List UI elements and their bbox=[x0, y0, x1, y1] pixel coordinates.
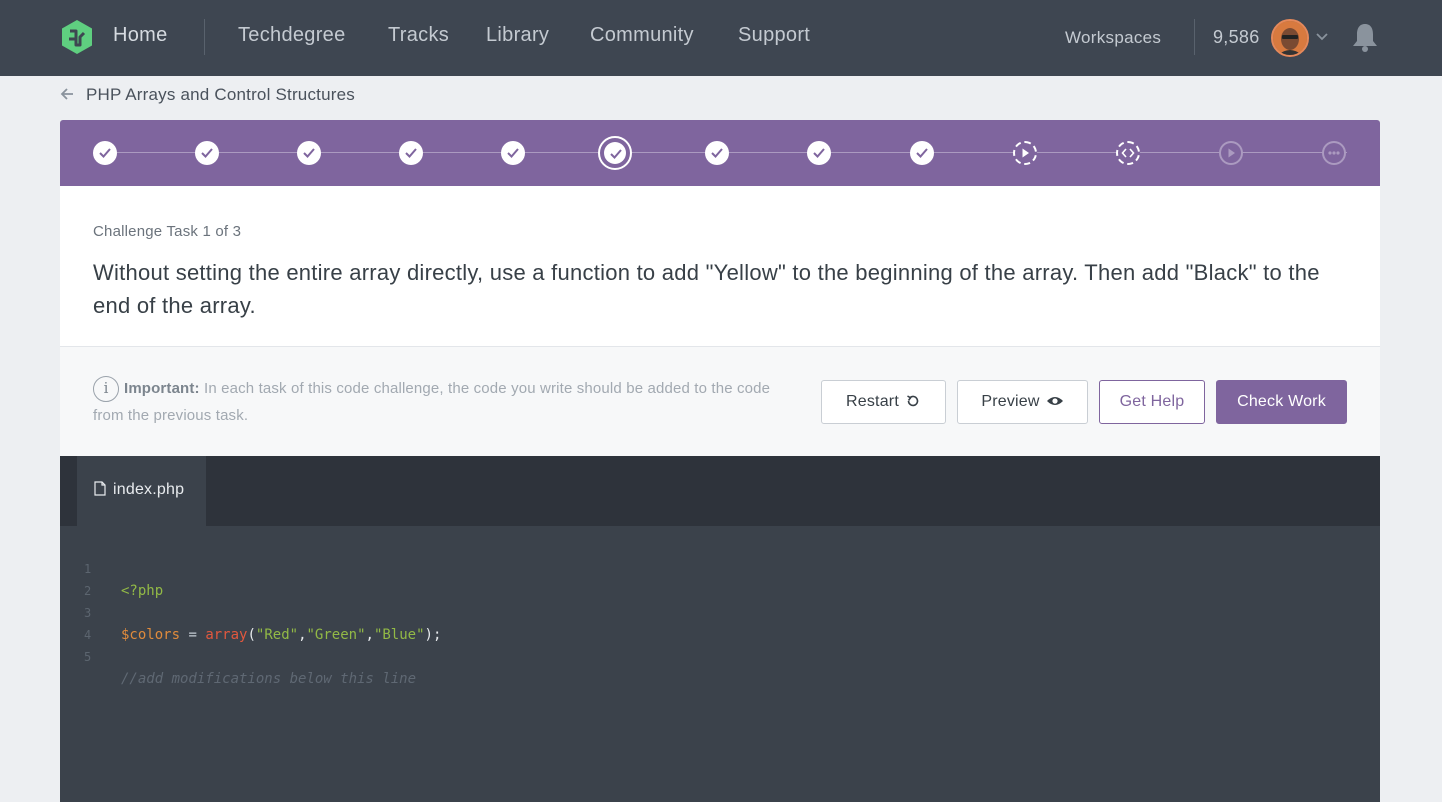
file-tab-label: index.php bbox=[113, 481, 185, 498]
check-icon bbox=[916, 148, 928, 158]
stage-progress-bar bbox=[60, 120, 1380, 186]
challenge-card: Challenge Task 1 of 3 Without setting th… bbox=[60, 186, 1380, 346]
editor-tab-bar: index.php bbox=[60, 456, 1380, 526]
top-nav: Home Techdegree Tracks Library Community… bbox=[0, 0, 1442, 76]
course-title[interactable]: PHP Arrays and Control Structures bbox=[86, 85, 355, 105]
step-complete[interactable] bbox=[705, 141, 729, 165]
code-token: "Green" bbox=[306, 627, 366, 643]
code-token: $colors bbox=[121, 627, 181, 643]
get-help-button[interactable]: Get Help bbox=[1099, 380, 1205, 424]
code-token: = bbox=[180, 627, 206, 643]
step-complete[interactable] bbox=[297, 141, 321, 165]
step-complete[interactable] bbox=[807, 141, 831, 165]
step-complete[interactable] bbox=[195, 141, 219, 165]
back-arrow-icon[interactable] bbox=[59, 86, 75, 102]
code-token: ( bbox=[247, 627, 256, 643]
step-current[interactable] bbox=[598, 136, 632, 170]
code-text: <?php bbox=[121, 583, 164, 599]
bell-icon[interactable] bbox=[1350, 21, 1380, 53]
step-complete[interactable] bbox=[501, 141, 525, 165]
preview-button[interactable]: Preview bbox=[957, 380, 1088, 424]
important-note: Important: In each task of this code cha… bbox=[93, 375, 803, 429]
file-tab-index[interactable]: index.php bbox=[77, 456, 206, 526]
nav-link-library[interactable]: Library bbox=[486, 24, 549, 47]
important-label: Important: bbox=[124, 380, 200, 397]
restart-button[interactable]: Restart bbox=[821, 380, 946, 424]
step-complete[interactable] bbox=[93, 141, 117, 165]
code-token: , bbox=[298, 627, 307, 643]
code-line: 5 //add modifications below this line bbox=[60, 624, 416, 687]
points-counter[interactable]: 9,586 bbox=[1213, 27, 1260, 48]
code-token: "Red" bbox=[255, 627, 299, 643]
check-icon bbox=[99, 148, 111, 158]
code-line: 3 $colors = array("Red","Green","Blue"); bbox=[60, 580, 441, 643]
code-token: array bbox=[205, 627, 248, 643]
nav-divider bbox=[204, 19, 205, 55]
code-comment: //add modifications below this line bbox=[121, 671, 417, 687]
restart-icon bbox=[907, 395, 919, 407]
task-instructions: Without setting the entire array directl… bbox=[93, 260, 1320, 318]
file-icon bbox=[94, 481, 106, 496]
preview-label: Preview bbox=[981, 393, 1040, 410]
step-complete[interactable] bbox=[399, 141, 423, 165]
step-quiz-locked[interactable] bbox=[1322, 141, 1346, 165]
nav-divider bbox=[1194, 19, 1195, 55]
eye-icon bbox=[1046, 396, 1063, 405]
check-icon bbox=[507, 148, 519, 158]
code-line: 2 bbox=[60, 558, 94, 598]
step-video-locked[interactable] bbox=[1219, 141, 1243, 165]
nav-link-tracks[interactable]: Tracks bbox=[388, 24, 449, 47]
code-text: $colors = array("Red","Green","Blue"); bbox=[121, 624, 441, 646]
code-icon bbox=[1121, 148, 1135, 158]
code-token: "Blue" bbox=[373, 627, 425, 643]
nav-link-support[interactable]: Support bbox=[738, 24, 810, 47]
play-icon bbox=[1022, 148, 1029, 158]
nav-link-community[interactable]: Community bbox=[590, 24, 694, 47]
play-icon bbox=[1228, 148, 1235, 158]
code-line: 4 bbox=[60, 602, 94, 642]
check-icon bbox=[303, 148, 315, 158]
step-video[interactable] bbox=[1013, 141, 1037, 165]
check-work-button[interactable]: Check Work bbox=[1216, 380, 1347, 424]
code-editor[interactable]: 1 <?php 2 3 $colors = array("Red","Green… bbox=[60, 526, 1380, 802]
nav-workspaces-link[interactable]: Workspaces bbox=[1065, 28, 1161, 48]
quiz-icon bbox=[1328, 151, 1340, 155]
step-code-challenge[interactable] bbox=[1116, 141, 1140, 165]
step-complete[interactable] bbox=[910, 141, 934, 165]
user-avatar[interactable] bbox=[1271, 19, 1309, 57]
code-token: , bbox=[365, 627, 374, 643]
code-line: 1 <?php bbox=[60, 536, 163, 599]
restart-label: Restart bbox=[846, 393, 899, 410]
code-token: ); bbox=[424, 627, 442, 643]
check-icon bbox=[813, 148, 825, 158]
nav-home-link[interactable]: Home bbox=[113, 24, 168, 47]
check-icon bbox=[711, 148, 723, 158]
check-icon bbox=[201, 148, 213, 158]
line-number: 5 bbox=[84, 650, 92, 664]
challenge-action-bar: i Important: In each task of this code c… bbox=[60, 346, 1380, 456]
nav-link-techdegree[interactable]: Techdegree bbox=[238, 24, 346, 47]
check-icon bbox=[405, 148, 417, 158]
task-counter: Challenge Task 1 of 3 bbox=[93, 223, 242, 240]
check-icon bbox=[610, 149, 622, 159]
treehouse-logo-icon[interactable] bbox=[59, 19, 95, 55]
chevron-down-icon[interactable] bbox=[1314, 28, 1330, 44]
